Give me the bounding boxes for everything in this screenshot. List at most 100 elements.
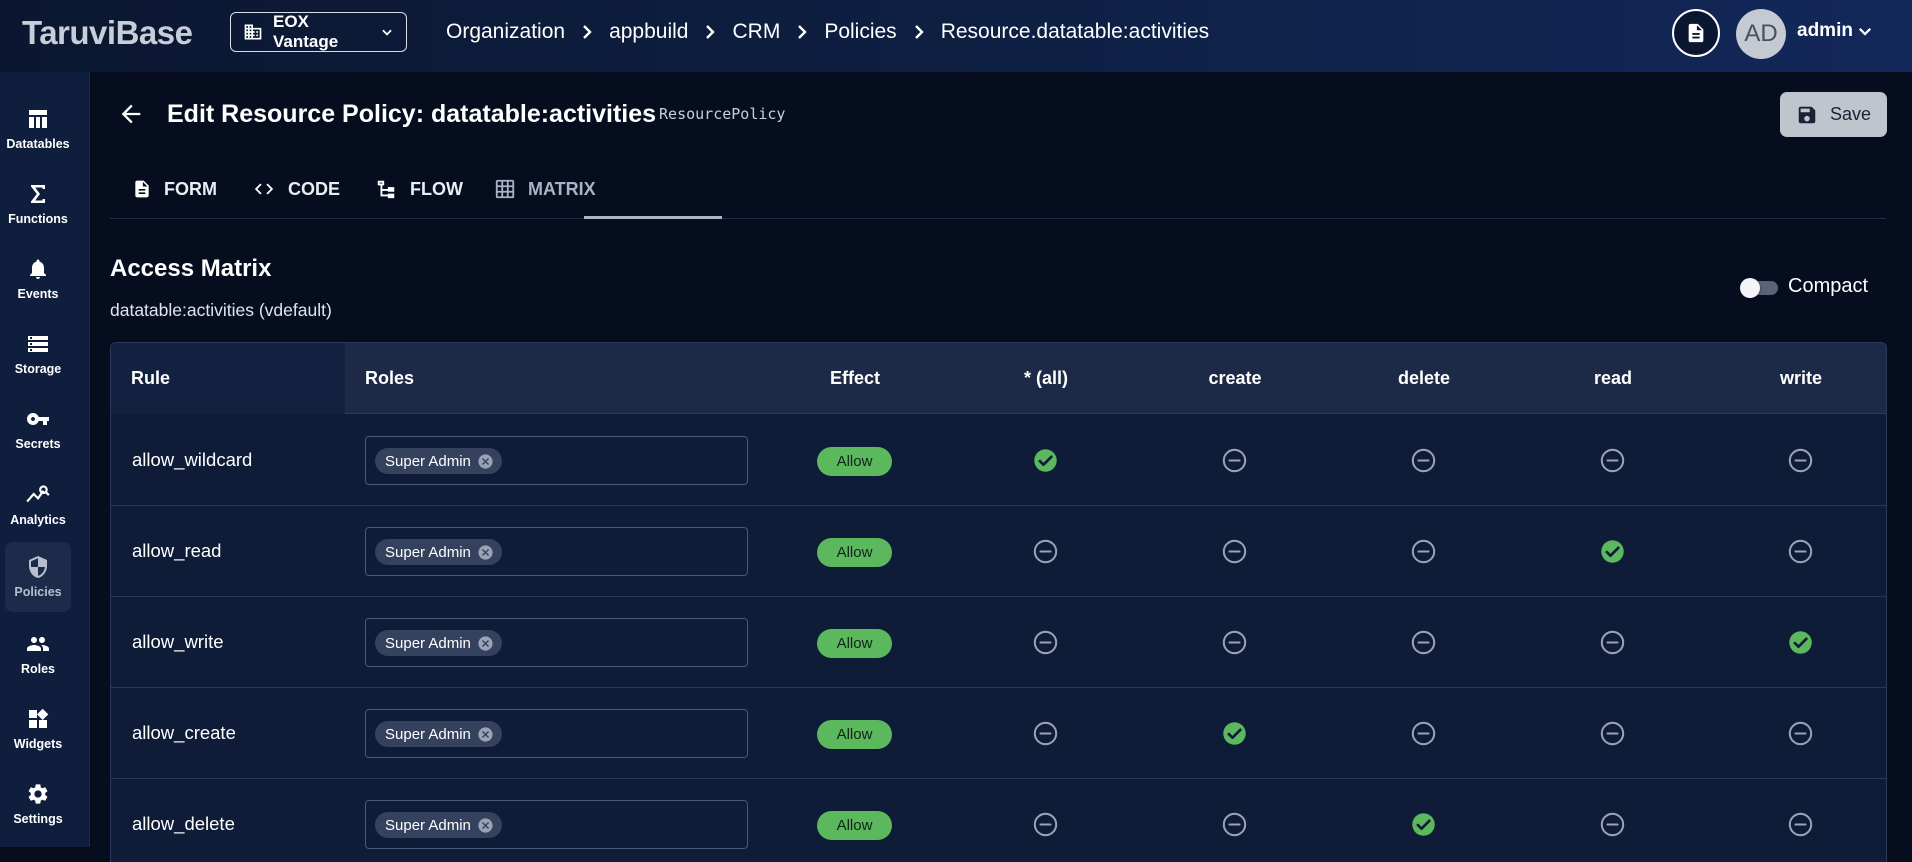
minus-circle-icon[interactable]: [1787, 538, 1814, 565]
people-icon: [27, 637, 49, 651]
effect-badge: Allow: [817, 447, 892, 476]
breadcrumb-item-crm[interactable]: CRM: [732, 20, 780, 44]
sidebar-item-storage[interactable]: Storage: [5, 319, 71, 389]
breadcrumb-item-policies[interactable]: Policies: [824, 20, 896, 44]
role-chip-label: Super Admin: [385, 634, 471, 652]
bell-icon: [30, 259, 46, 279]
minus-circle-icon[interactable]: [1599, 629, 1626, 656]
sidebar-item-settings[interactable]: Settings: [5, 769, 71, 839]
analytics-icon: [26, 485, 50, 503]
chevron-right-icon: [796, 25, 808, 39]
chevron-right-icon: [704, 25, 716, 39]
minus-circle-icon[interactable]: [1599, 447, 1626, 474]
avatar[interactable]: AD: [1736, 9, 1786, 59]
remove-role-icon[interactable]: [477, 726, 494, 743]
minus-circle-icon[interactable]: [1032, 811, 1059, 838]
check-circle-icon[interactable]: [1410, 811, 1437, 838]
section-title: Access Matrix: [110, 255, 272, 282]
effect-badge: Allow: [817, 811, 892, 840]
sidebar-item-roles[interactable]: Roles: [5, 619, 71, 689]
sidebar-item-widgets[interactable]: Widgets: [5, 694, 71, 764]
table-row: allow_delete Super Admin Allow: [111, 779, 1886, 862]
remove-role-icon[interactable]: [477, 453, 494, 470]
sidebar-item-policies[interactable]: Policies: [5, 542, 71, 612]
brand-logo[interactable]: TaruviBase: [22, 14, 193, 52]
remove-role-icon[interactable]: [477, 635, 494, 652]
sidebar-item-analytics[interactable]: Analytics: [5, 469, 71, 539]
compact-toggle-label: Compact: [1788, 275, 1869, 297]
breadcrumb-item-organization[interactable]: Organization: [446, 20, 565, 44]
minus-circle-icon[interactable]: [1787, 811, 1814, 838]
roles-input[interactable]: Super Admin: [365, 436, 748, 485]
sidebar-item-secrets[interactable]: Secrets: [5, 394, 71, 464]
column-header-effect: Effect: [829, 368, 880, 388]
switch-knob: [1740, 277, 1760, 298]
minus-circle-icon[interactable]: [1410, 447, 1437, 474]
document-icon: [1688, 23, 1704, 43]
chevron-right-icon: [913, 25, 925, 39]
sidebar-item-label: Storage: [14, 362, 62, 376]
check-circle-icon[interactable]: [1599, 538, 1626, 565]
user-name[interactable]: admin: [1797, 20, 1853, 42]
breadcrumb-item-app[interactable]: appbuild: [609, 20, 688, 44]
compact-toggle[interactable]: Compact: [1740, 275, 1868, 298]
policy-type-label: · ResourcePolicy: [640, 105, 786, 123]
sidebar-item-label: Functions: [8, 212, 68, 226]
tab-label: FORM: [164, 178, 217, 199]
minus-circle-icon[interactable]: [1410, 720, 1437, 747]
organization-select[interactable]: EOX Vantage: [230, 12, 407, 52]
tab-matrix[interactable]: MATRIX: [494, 160, 596, 218]
minus-circle-icon[interactable]: [1787, 447, 1814, 474]
minus-circle-icon[interactable]: [1032, 720, 1059, 747]
minus-circle-icon[interactable]: [1787, 720, 1814, 747]
minus-circle-icon[interactable]: [1221, 447, 1248, 474]
storage-icon: [28, 336, 48, 352]
tab-code[interactable]: CODE: [252, 160, 340, 218]
roles-input[interactable]: Super Admin: [365, 800, 748, 849]
minus-circle-icon[interactable]: [1599, 811, 1626, 838]
check-circle-icon[interactable]: [1032, 447, 1059, 474]
role-chip: Super Admin: [375, 630, 502, 656]
sidebar-item-events[interactable]: Events: [5, 244, 71, 314]
compact-switch[interactable]: [1740, 277, 1778, 298]
top-bar: TaruviBase EOX Vantage Organization appb…: [0, 0, 1912, 72]
building-icon: [244, 24, 262, 40]
roles-input[interactable]: Super Admin: [365, 709, 748, 758]
sidebar-item-datatables[interactable]: Datatables: [5, 94, 71, 164]
flow-icon: [377, 180, 395, 199]
minus-circle-icon[interactable]: [1410, 629, 1437, 656]
active-tab-indicator: [584, 216, 722, 219]
chevron-down-icon[interactable]: [1856, 22, 1874, 40]
check-circle-icon[interactable]: [1787, 629, 1814, 656]
document-icon: [135, 180, 149, 198]
minus-circle-icon[interactable]: [1221, 811, 1248, 838]
sidebar-item-label: Secrets: [15, 437, 61, 451]
minus-circle-icon[interactable]: [1221, 629, 1248, 656]
remove-role-icon[interactable]: [477, 817, 494, 834]
minus-circle-icon[interactable]: [1221, 538, 1248, 565]
sigma-icon: [31, 185, 45, 203]
column-header-rule: Rule: [131, 368, 171, 388]
roles-input[interactable]: Super Admin: [365, 527, 748, 576]
minus-circle-icon[interactable]: [1032, 629, 1059, 656]
effect-badge: Allow: [817, 538, 892, 567]
documentation-button[interactable]: [1672, 9, 1720, 57]
tab-flow[interactable]: FLOW: [374, 160, 463, 218]
check-circle-icon[interactable]: [1221, 720, 1248, 747]
table-row: allow_wildcard Super Admin Allow: [111, 415, 1886, 506]
minus-circle-icon[interactable]: [1599, 720, 1626, 747]
minus-circle-icon[interactable]: [1032, 538, 1059, 565]
roles-input[interactable]: Super Admin: [365, 618, 748, 667]
rule-name: allow_create: [132, 722, 236, 743]
column-header-action-all: * (all): [1023, 368, 1068, 388]
breadcrumb-item-current[interactable]: Resource.datatable:activities: [941, 20, 1209, 44]
sidebar-item-functions[interactable]: Functions: [5, 169, 71, 239]
remove-role-icon[interactable]: [477, 544, 494, 561]
tab-form[interactable]: FORM: [132, 160, 217, 218]
shield-icon: [29, 556, 47, 578]
save-button[interactable]: Save: [1780, 92, 1887, 137]
back-arrow-icon[interactable]: [117, 100, 145, 128]
column-header-roles: Roles: [365, 368, 415, 388]
code-icon: [254, 183, 274, 195]
minus-circle-icon[interactable]: [1410, 538, 1437, 565]
